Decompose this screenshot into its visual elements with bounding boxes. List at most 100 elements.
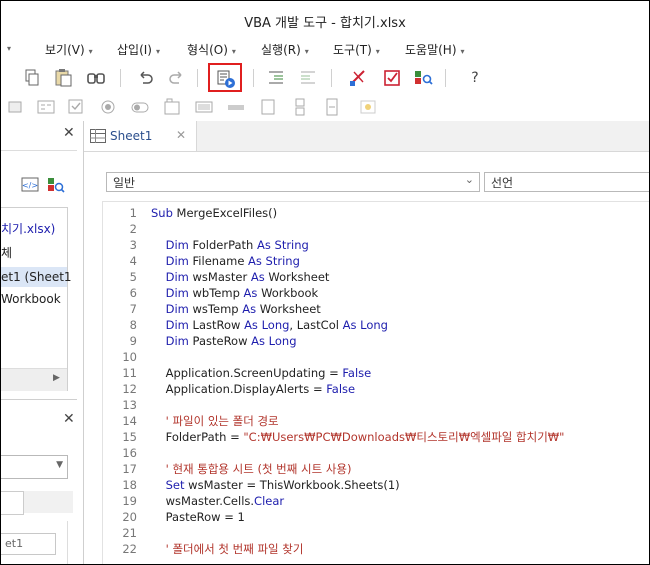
keyword-token: Sub (151, 206, 177, 220)
indent-icon[interactable] (265, 67, 287, 89)
menu-help[interactable]: 도움말(H) ▾ (405, 41, 465, 58)
tab-sheet1[interactable]: Sheet1 ✕ (84, 121, 197, 151)
line-number: 3 (129, 238, 137, 252)
object-combo[interactable]: 일반 ⌄ (106, 172, 480, 192)
tab-label: Sheet1 (110, 129, 153, 143)
chevron-down-icon: ▾ (375, 47, 380, 56)
frame-icon[interactable] (35, 96, 57, 118)
view-code-icon[interactable]: </> (19, 174, 41, 196)
tab-strip-icon[interactable] (161, 96, 183, 118)
identifier-token: Application.ScreenUpdating = (151, 366, 343, 380)
identifier-token: Worksheet (259, 302, 321, 316)
menu-tools[interactable]: 도구(T) ▾ (333, 41, 380, 58)
procedure-combo[interactable]: 선언 (484, 172, 649, 192)
userform-check-icon[interactable] (381, 67, 403, 89)
line-number: 16 (122, 446, 137, 460)
run-macro-button[interactable] (208, 63, 242, 92)
checkbox-icon[interactable] (65, 96, 87, 118)
textbox-icon[interactable] (193, 96, 215, 118)
keyword-token: False (326, 382, 356, 396)
code-text: Dim FolderPath As String (151, 237, 309, 253)
menu-run-label: 실행(R) (261, 43, 301, 57)
keyword-token: As String (248, 254, 300, 268)
identifier-token: wbTemp (192, 286, 244, 300)
spin-button-icon[interactable] (289, 96, 311, 118)
panel-divider (1, 399, 77, 400)
window-title: VBA 개발 도구 - 합치기.xlsx (244, 16, 406, 31)
object-browser-icon[interactable] (45, 174, 67, 196)
toolbar-separator (445, 69, 446, 87)
horizontal-scrollbar[interactable]: ▶ (1, 368, 67, 391)
menu-view[interactable]: 보기(V) ▾ (45, 41, 93, 58)
menu-tools-label: 도구(T) (333, 43, 372, 57)
keyword-token: Dim (151, 286, 193, 300)
listbox-icon[interactable] (321, 96, 343, 118)
close-icon[interactable]: ✕ (176, 128, 186, 142)
menu-run[interactable]: 실행(R) ▾ (261, 41, 309, 58)
string-token: "C:₩Users₩PC₩Downloads₩티스토리₩엑셀파일 합치기₩" (243, 430, 565, 444)
identifier-token: FolderPath (192, 238, 257, 252)
picture-icon[interactable] (357, 96, 379, 118)
object-browser-icon[interactable] (412, 67, 434, 89)
tree-item-sheet1[interactable]: et1 (Sheet1 (1, 267, 72, 287)
close-icon[interactable]: ✕ (63, 125, 75, 141)
toggle-button-icon[interactable] (129, 96, 151, 118)
code-text: Dim wsMaster As Worksheet (151, 269, 330, 285)
identifier-token: wsMaster.Cells. (151, 494, 255, 508)
paste-icon[interactable] (53, 67, 75, 89)
identifier-token: FolderPath = (151, 430, 244, 444)
code-text: Set wsMaster = ThisWorkbook.Sheets(1) (151, 477, 400, 493)
line-number: 2 (129, 222, 137, 236)
tree-item-thisworkbook[interactable]: Workbook (1, 292, 61, 306)
scrollbar-icon[interactable] (225, 96, 247, 118)
chevron-down-icon: ▾ (231, 47, 236, 56)
design-mode-icon[interactable] (347, 67, 369, 89)
menu-bar: ▾ 보기(V) ▾ 삽입(I) ▾ 형식(O) ▾ 실행(R) ▾ 도구(T) ▾ 도움말… (1, 37, 649, 63)
tree-item-folder[interactable]: 체 (1, 244, 12, 261)
find-icon[interactable] (85, 67, 107, 89)
help-button[interactable]: ? (464, 67, 486, 89)
menu-format[interactable]: 형식(O) ▾ (187, 41, 236, 58)
title-bar: VBA 개발 도구 - 합치기.xlsx (1, 1, 649, 37)
keyword-token: As Long (342, 318, 388, 332)
code-editor[interactable]: 1 Sub MergeExcelFiles() 2 3 Dim FolderPath … (102, 201, 649, 564)
tab-alphabetic[interactable] (1, 491, 24, 515)
code-text: ' 파일이 있는 폴더 경로 (151, 413, 279, 429)
copy-icon[interactable] (21, 67, 43, 89)
line-number: 17 (122, 462, 137, 476)
undo-icon[interactable] (135, 67, 157, 89)
grid-icon[interactable] (5, 96, 27, 118)
menu-overflow-caret[interactable]: ▾ (3, 40, 11, 54)
keyword-token: As Long (244, 318, 290, 332)
line-number: 18 (122, 478, 137, 492)
line-number: 12 (122, 382, 137, 396)
chevron-down-icon: ▾ (460, 47, 465, 56)
identifier-token: LastRow (192, 318, 245, 332)
line-number: 5 (129, 270, 137, 284)
option-button-icon[interactable] (97, 96, 119, 118)
line-number: 6 (129, 286, 137, 300)
code-text: Dim Filename As String (151, 253, 300, 269)
keyword-token: False (342, 366, 372, 380)
code-text: ' 폴더에서 첫 번째 파일 찾기 (151, 541, 304, 557)
properties-grid: et1 (1, 521, 68, 564)
property-name-field[interactable]: et1 (1, 533, 56, 555)
tree-item-workbook[interactable]: 치기.xlsx) (1, 220, 55, 237)
chevron-down-icon: ▼ (56, 460, 63, 470)
keyword-token: Set (151, 478, 189, 492)
code-text: PasteRow = 1 (151, 509, 245, 525)
keyword-token: Dim (151, 238, 193, 252)
close-icon[interactable]: ✕ (63, 411, 75, 427)
code-text: ' 현재 통합용 시트 (첫 번째 시트 사용) (151, 461, 352, 477)
redo-icon[interactable] (165, 67, 187, 89)
outdent-icon[interactable] (297, 67, 319, 89)
menu-insert[interactable]: 삽입(I) ▾ (117, 41, 160, 58)
run-macro-icon (217, 70, 235, 88)
image-icon[interactable] (257, 96, 279, 118)
code-text: Application.DisplayAlerts = False (151, 381, 356, 397)
scroll-right-icon[interactable]: ▶ (53, 373, 60, 383)
line-number: 7 (129, 302, 137, 316)
object-select[interactable]: ▼ (1, 455, 68, 479)
identifier-token: Application.DisplayAlerts = (151, 382, 327, 396)
project-tree: 치기.xlsx) 체 et1 (Sheet1 Workbook ▶ (1, 207, 72, 391)
